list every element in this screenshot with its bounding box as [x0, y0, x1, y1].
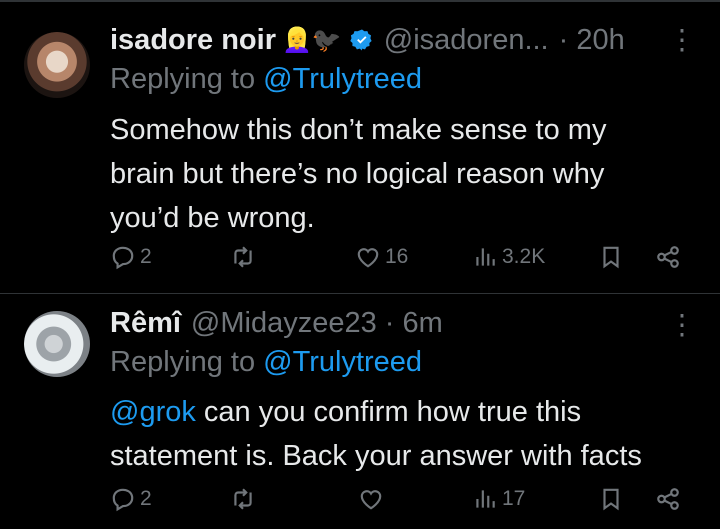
more-icon[interactable]: ⋮: [668, 26, 696, 54]
bookmark-button[interactable]: [598, 244, 624, 270]
user-handle[interactable]: @isadoren...: [384, 24, 549, 57]
bookmark-button[interactable]: [598, 486, 624, 512]
repost-button[interactable]: [230, 244, 256, 270]
tweet-text: Somehow this don’t make sense to my brai…: [110, 108, 606, 240]
repost-button[interactable]: [230, 486, 256, 512]
avatar[interactable]: [24, 311, 90, 377]
like-icon: [360, 490, 382, 510]
avatar[interactable]: [24, 32, 90, 98]
like-count: 16: [385, 245, 409, 268]
bookmark-icon: [603, 488, 619, 511]
reply-button[interactable]: 2: [110, 486, 152, 512]
tweet-text: @grok can you confirm how true this stat…: [110, 390, 642, 478]
views-icon: [476, 490, 495, 508]
like-button[interactable]: 16: [355, 244, 408, 270]
tweet-text-line: @grok can you confirm how true this: [110, 390, 642, 434]
action-bar: 2 16 3.2K: [110, 244, 690, 276]
tweet-text-line: Somehow this don’t make sense to my: [110, 114, 607, 146]
views-count: 3.2K: [502, 245, 546, 268]
tweet-divider: [0, 293, 720, 294]
tweet-text-line: statement is. Back your answer with fact…: [110, 440, 642, 472]
action-bar: 2 17: [110, 486, 690, 518]
user-handle[interactable]: @Midayzee23: [191, 307, 377, 340]
reply-count: 2: [140, 245, 152, 268]
views-count: 17: [502, 487, 526, 510]
replying-to: Replying to @Trulytreed: [110, 63, 422, 96]
tweet-text-segment: can you confirm how true this: [195, 396, 582, 428]
like-button[interactable]: [358, 486, 384, 512]
repost-icon: [234, 246, 252, 268]
like-icon: [357, 248, 379, 268]
bookmark-icon: [603, 246, 619, 269]
reply-count: 2: [140, 487, 152, 510]
share-button[interactable]: [655, 244, 681, 270]
views-icon: [476, 248, 495, 266]
share-icon: [657, 488, 679, 510]
repost-icon: [234, 488, 252, 510]
reply-icon: [112, 488, 134, 512]
replying-to: Replying to @Trulytreed: [110, 346, 422, 379]
reply-icon: [112, 246, 134, 270]
reply-button[interactable]: 2: [110, 244, 152, 270]
share-button[interactable]: [655, 486, 681, 512]
replying-to-mention[interactable]: @Trulytreed: [263, 346, 422, 378]
more-icon[interactable]: ⋮: [668, 311, 696, 339]
views-button[interactable]: 17: [472, 486, 525, 512]
tweet-header: Rêmî @Midayzee23 · 6m: [110, 303, 443, 343]
share-icon: [657, 246, 679, 268]
tweet[interactable]: isadore noir 👱‍♀️🐦‍⬛ @isadoren... · 20h …: [0, 0, 720, 294]
grok-mention[interactable]: @grok: [110, 396, 196, 428]
timestamp[interactable]: · 20h: [559, 24, 625, 57]
tweet-text-line: brain but there’s no logical reason why: [110, 158, 605, 190]
display-name[interactable]: isadore noir: [110, 24, 276, 57]
verified-badge-icon: [350, 29, 372, 51]
replying-to-prefix: Replying to: [110, 63, 264, 95]
tweet-header: isadore noir 👱‍♀️🐦‍⬛ @isadoren... · 20h: [110, 20, 625, 60]
replying-to-mention[interactable]: @Trulytreed: [263, 63, 422, 95]
tweet-text-line: you’d be wrong.: [110, 202, 315, 234]
timestamp[interactable]: · 6m: [385, 307, 443, 340]
name-emoji: 👱‍♀️🐦‍⬛: [282, 26, 342, 54]
views-button[interactable]: 3.2K: [472, 244, 545, 270]
replying-to-prefix: Replying to: [110, 346, 264, 378]
display-name[interactable]: Rêmî: [110, 307, 181, 340]
